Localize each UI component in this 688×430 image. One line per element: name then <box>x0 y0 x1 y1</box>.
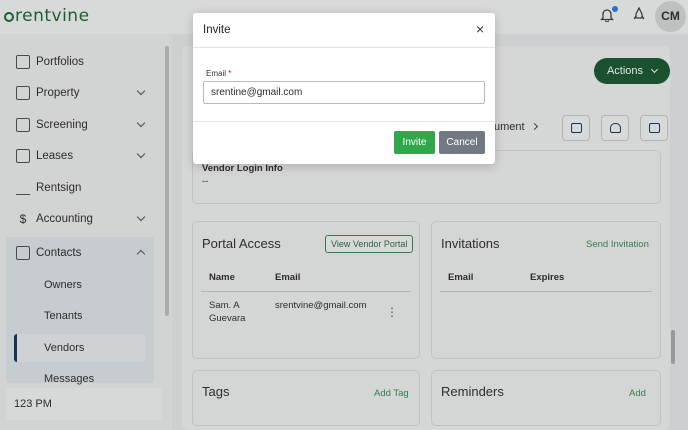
modal-title: Invite <box>203 24 231 36</box>
required-asterisk: * <box>228 69 232 78</box>
invite-modal: Invite × Email * Invite Cancel <box>193 13 495 164</box>
email-field-label: Email * <box>206 69 231 78</box>
close-icon[interactable]: × <box>476 22 484 36</box>
invite-button[interactable]: Invite <box>394 131 435 154</box>
modal-footer-divider <box>193 121 495 122</box>
email-field[interactable] <box>203 81 485 104</box>
cancel-button[interactable]: Cancel <box>439 131 485 154</box>
modal-header-divider <box>193 47 495 48</box>
email-label-text: Email <box>206 69 227 78</box>
